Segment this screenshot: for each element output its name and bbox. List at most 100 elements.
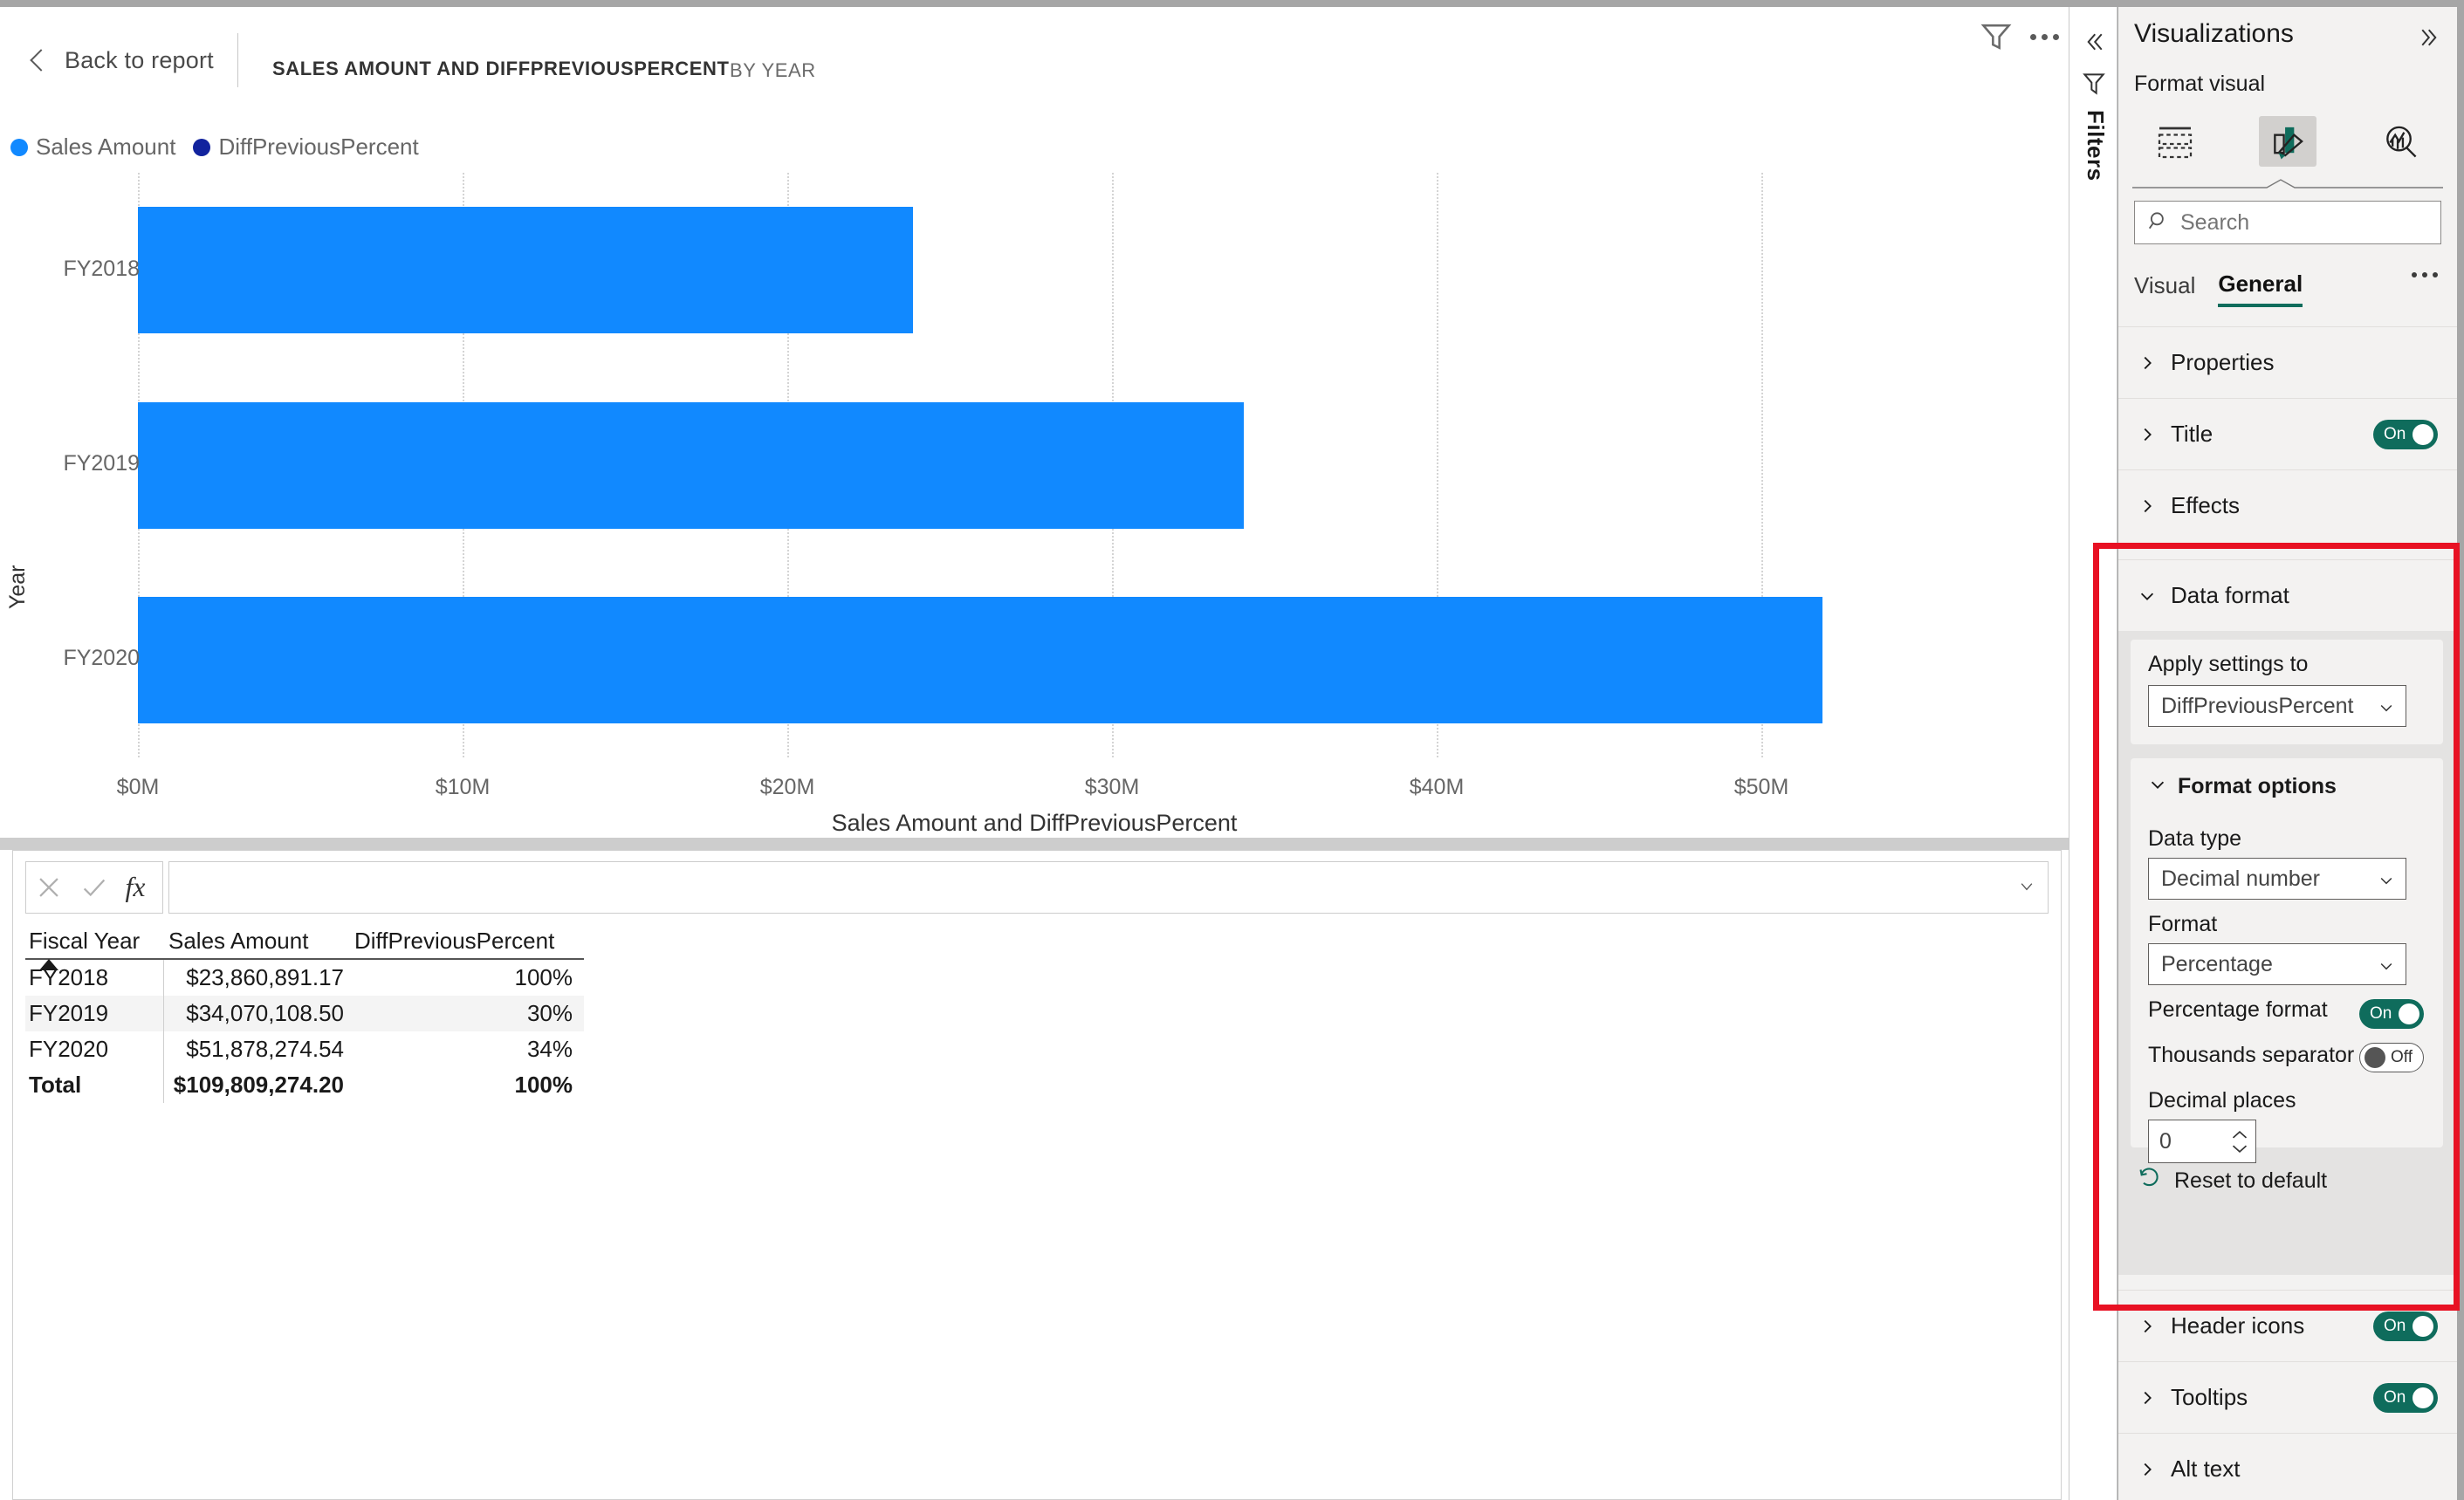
data-grid-body: FY2018 $23,860,891.17 100% FY2019 $34,070,10… bbox=[25, 960, 584, 1103]
section-data-format[interactable]: Data format bbox=[2118, 559, 2457, 631]
chevron-double-right-icon[interactable] bbox=[2415, 23, 2445, 52]
chart-legend: Sales Amount DiffPreviousPercent bbox=[10, 134, 419, 161]
chevron-right-icon bbox=[2138, 425, 2157, 444]
table-row[interactable]: FY2019 $34,070,108.50 30% bbox=[25, 996, 584, 1031]
apply-settings-to-value: DiffPreviousPercent bbox=[2161, 693, 2354, 718]
stepper-arrows[interactable] bbox=[2231, 1129, 2248, 1154]
chevron-down-icon bbox=[2378, 955, 2395, 973]
chevron-right-icon bbox=[2138, 1317, 2157, 1336]
section-properties[interactable]: Properties bbox=[2118, 326, 2457, 398]
thousands-separator-toggle[interactable]: Off bbox=[2359, 1043, 2424, 1072]
thousands-separator-row: Thousands separator Off bbox=[2148, 1043, 2424, 1078]
ellipsis-icon[interactable] bbox=[2025, 17, 2063, 56]
x-axis-tick-label: $10M bbox=[435, 775, 491, 799]
chevron-down-icon bbox=[2138, 586, 2157, 606]
section-title[interactable]: Title On bbox=[2118, 398, 2457, 469]
format-mode-icon-row bbox=[2118, 108, 2457, 175]
apply-settings-to-select[interactable]: DiffPreviousPercent bbox=[2148, 685, 2406, 727]
tooltips-toggle[interactable]: On bbox=[2373, 1383, 2438, 1413]
x-axis-tick-label: $40M bbox=[1409, 775, 1465, 799]
legend-item[interactable]: DiffPreviousPercent bbox=[193, 134, 419, 161]
section-header-icons[interactable]: Header icons On bbox=[2118, 1290, 2457, 1361]
apply-settings-to-label: Apply settings to bbox=[2148, 652, 2309, 676]
search-input[interactable] bbox=[2179, 209, 2414, 236]
formula-input-wrapper[interactable] bbox=[168, 861, 2049, 914]
section-label: Header icons bbox=[2171, 1312, 2305, 1339]
search-icon bbox=[2147, 209, 2170, 236]
cell-sales-amount: $51,878,274.54 bbox=[163, 1031, 351, 1067]
legend-item[interactable]: Sales Amount bbox=[10, 134, 175, 161]
formula-input[interactable] bbox=[169, 862, 2048, 913]
chart-bar[interactable] bbox=[138, 596, 1822, 723]
table-row[interactable]: Total $109,809,274.20 100% bbox=[25, 1067, 584, 1103]
fields-icon[interactable] bbox=[2146, 116, 2204, 167]
header-icons-toggle[interactable]: On bbox=[2373, 1312, 2438, 1341]
search-input-wrapper[interactable] bbox=[2134, 201, 2441, 244]
section-label: Data format bbox=[2171, 582, 2289, 608]
toggle-knob bbox=[2413, 1387, 2433, 1408]
format-options-card: Format options Data type Decimal number … bbox=[2131, 758, 2443, 1163]
back-to-report-button[interactable]: Back to report bbox=[26, 47, 214, 74]
section-effects[interactable]: Effects bbox=[2118, 469, 2457, 541]
decimal-places-stepper[interactable]: 0 bbox=[2148, 1120, 2256, 1163]
back-to-report-label: Back to report bbox=[65, 47, 214, 73]
analytics-magnifier-icon[interactable] bbox=[2371, 116, 2429, 167]
thousands-separator-label: Thousands separator bbox=[2148, 1043, 2355, 1067]
format-paint-roller-icon[interactable] bbox=[2258, 116, 2316, 167]
cell-sales-amount: $109,809,274.20 bbox=[163, 1067, 351, 1103]
format-tabs: Visual General bbox=[2134, 265, 2441, 312]
dot bbox=[2433, 272, 2438, 277]
funnel-icon[interactable] bbox=[1977, 17, 2015, 56]
title-toggle[interactable]: On bbox=[2373, 420, 2438, 449]
filters-label[interactable]: Filters bbox=[2082, 110, 2109, 182]
format-mode-underline bbox=[2118, 178, 2457, 190]
visual-title: SALES AMOUNT AND DIFFPREVIOUSPERCENT bbox=[272, 58, 730, 79]
percentage-format-row: Percentage format On bbox=[2148, 997, 2424, 1032]
header-divider bbox=[237, 33, 238, 87]
chart-bar[interactable] bbox=[138, 207, 913, 334]
cell-diff-previous-percent: 34% bbox=[526, 1036, 573, 1062]
format-options-header[interactable]: Format options bbox=[2148, 774, 2337, 799]
ellipsis-icon[interactable] bbox=[2412, 272, 2438, 277]
visual-subtitle: BY YEAR bbox=[730, 59, 816, 81]
close-icon[interactable] bbox=[28, 866, 70, 908]
data-type-select[interactable]: Decimal number bbox=[2148, 858, 2406, 900]
legend-color-swatch bbox=[10, 138, 28, 156]
tab-visual[interactable]: Visual bbox=[2134, 272, 2195, 305]
cell-fiscal-year: FY2018 bbox=[29, 964, 109, 990]
table-row[interactable]: FY2018 $23,860,891.17 100% bbox=[25, 960, 584, 996]
y-axis-tick-label: FY2020 bbox=[63, 646, 140, 671]
tab-general[interactable]: General bbox=[2218, 271, 2303, 307]
format-select[interactable]: Percentage bbox=[2148, 943, 2406, 985]
data-table-pane: fx Fiscal Year Sales Amount DiffPrevious… bbox=[12, 850, 2062, 1500]
legend-label: DiffPreviousPercent bbox=[218, 134, 419, 160]
bar-chart: Year $0M $10M $20M $30M $40M $50M Sales Amoun… bbox=[0, 173, 2069, 836]
chart-bar[interactable] bbox=[138, 401, 1245, 529]
toggle-knob bbox=[2413, 1316, 2433, 1337]
chevron-down-icon[interactable] bbox=[2018, 878, 2035, 895]
dot bbox=[2412, 272, 2417, 277]
percentage-format-toggle[interactable]: On bbox=[2359, 999, 2424, 1029]
data-grid: Fiscal Year Sales Amount DiffPreviousPer… bbox=[25, 928, 584, 1103]
data-grid-header: Fiscal Year Sales Amount DiffPreviousPer… bbox=[25, 928, 584, 970]
x-axis-tick-label: $30M bbox=[1084, 775, 1140, 799]
section-alt-text[interactable]: Alt text bbox=[2118, 1433, 2457, 1500]
toggle-state-label: On bbox=[2370, 1004, 2392, 1023]
chevron-double-left-icon[interactable] bbox=[2076, 24, 2111, 59]
report-visual-pane: Back to report SALES AMOUNT AND DIFFPREV… bbox=[0, 7, 2069, 1500]
y-axis-title: Year bbox=[5, 565, 30, 609]
column-header-diff-previous-percent[interactable]: DiffPreviousPercent bbox=[351, 928, 580, 955]
reset-to-default-button[interactable]: Reset to default bbox=[2138, 1167, 2327, 1195]
column-header-fiscal-year[interactable]: Fiscal Year bbox=[25, 928, 163, 955]
section-label: Properties bbox=[2171, 349, 2275, 375]
section-tooltips[interactable]: Tooltips On bbox=[2118, 1361, 2457, 1433]
fx-icon[interactable]: fx bbox=[119, 866, 161, 908]
focus-mode-header: Back to report SALES AMOUNT AND DIFFPREV… bbox=[0, 7, 2069, 124]
column-header-sales-amount[interactable]: Sales Amount bbox=[163, 928, 351, 955]
table-row[interactable]: FY2020 $51,878,274.54 34% bbox=[25, 1031, 584, 1067]
data-format-body: Apply settings to DiffPreviousPercent Fo… bbox=[2118, 631, 2457, 1275]
filter-funnel-icon[interactable] bbox=[2080, 68, 2108, 99]
chart-plot-area: $0M $10M $20M $30M $40M $50M bbox=[117, 173, 1924, 799]
check-icon[interactable] bbox=[73, 866, 115, 908]
cell-fiscal-year: Total bbox=[29, 1072, 82, 1098]
